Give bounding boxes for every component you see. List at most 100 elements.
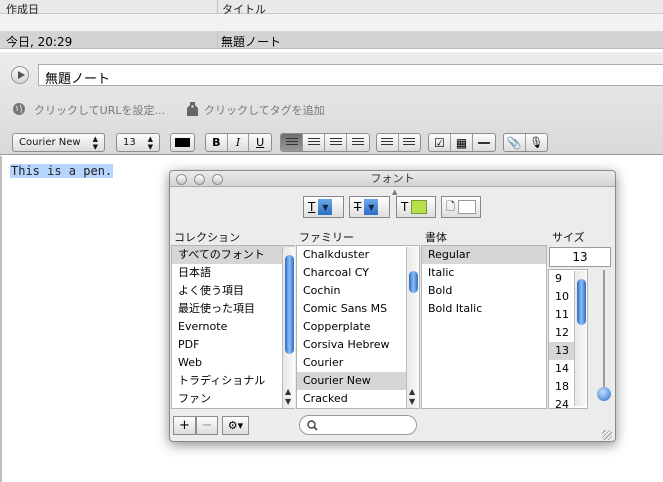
collection-list[interactable]: すべてのフォント 日本語 よく使う項目 最近使った項目 Evernote PDF Web トラ… xyxy=(171,245,295,409)
note-title: 無題ノート xyxy=(221,35,282,49)
note-created: 今日, 20:29 xyxy=(6,35,73,49)
family-scrollbar[interactable]: ▲ ▼ xyxy=(406,247,419,408)
document-color-well[interactable]: 🗋 xyxy=(441,196,481,218)
font-select-value: Courier New xyxy=(19,137,81,148)
scroll-down-icon[interactable]: ▼ xyxy=(285,397,291,406)
dropdown-arrow-icon: ▼ xyxy=(364,199,379,215)
list-item[interactable]: Cracked xyxy=(297,390,419,408)
attach-group: 📎 🎙 xyxy=(503,133,548,152)
typeface-list[interactable]: Regular Italic Bold Bold Italic xyxy=(421,245,547,409)
list-item[interactable]: Bold xyxy=(422,282,546,300)
bold-button[interactable]: B xyxy=(206,134,228,151)
dropdown-arrow-icon: ▼ xyxy=(318,199,333,215)
play-icon[interactable] xyxy=(11,66,29,84)
search-icon xyxy=(307,420,318,431)
align-right-icon xyxy=(329,138,342,147)
action-menu-button[interactable]: ⚙▾ xyxy=(222,416,249,435)
fonts-panel-title[interactable]: フォント xyxy=(170,171,615,187)
insert-group: ☑ ▦ xyxy=(428,133,496,152)
scroll-thumb[interactable] xyxy=(285,255,294,354)
list-item[interactable]: PDF xyxy=(172,336,294,354)
updown-icon: ▲ ▼ xyxy=(147,134,153,151)
minimize-icon[interactable] xyxy=(194,174,205,185)
font-select[interactable]: Courier New ▲ ▼ xyxy=(12,133,105,152)
align-justify-button[interactable] xyxy=(347,134,369,151)
close-icon[interactable] xyxy=(176,174,187,185)
size-select[interactable]: 13 ▲ ▼ xyxy=(116,133,160,152)
note-row[interactable]: 今日, 20:29 無題ノート xyxy=(0,31,663,49)
italic-button[interactable]: I xyxy=(228,134,250,151)
list-item[interactable]: 最近使った項目 xyxy=(172,300,294,318)
list-item[interactable]: トラディショナル xyxy=(172,372,294,390)
zoom-icon[interactable] xyxy=(212,174,223,185)
list-item[interactable]: Italic xyxy=(422,264,546,282)
list-item[interactable]: Courier xyxy=(297,354,419,372)
url-field[interactable]: クリックしてURLを設定... xyxy=(34,102,165,118)
scroll-down-icon[interactable]: ▼ xyxy=(409,397,415,406)
list-item[interactable]: Courier New xyxy=(297,372,419,390)
size-slider-track xyxy=(603,270,605,398)
collection-scrollbar[interactable]: ▲ ▼ xyxy=(282,247,295,408)
handle-icon[interactable]: ▲ xyxy=(392,188,397,196)
size-input[interactable]: 13 xyxy=(549,247,611,267)
list-item[interactable]: Evernote xyxy=(172,318,294,336)
strike-style-button[interactable]: T ▼ xyxy=(349,196,390,218)
remove-collection-button[interactable]: − xyxy=(196,416,218,435)
text-underline-icon: T xyxy=(308,200,316,214)
typeface-header: 書体 xyxy=(425,231,447,244)
microphone-icon: 🎙 xyxy=(529,136,544,149)
font-search-field[interactable] xyxy=(299,415,417,435)
document-icon: 🗋 xyxy=(446,199,455,213)
text-color-well[interactable]: T xyxy=(396,196,436,218)
underline-button[interactable]: U xyxy=(249,134,271,151)
text-color-button[interactable] xyxy=(170,133,195,152)
attach-button[interactable]: 📎 xyxy=(504,134,526,151)
note-title-field[interactable]: 無題ノート xyxy=(38,64,663,87)
list-item[interactable]: 日本語 xyxy=(172,264,294,282)
list-header: 作成日 タイトル xyxy=(0,0,663,16)
list-item[interactable]: Corsiva Hebrew xyxy=(297,336,419,354)
list-item[interactable]: Chalkduster xyxy=(297,246,419,264)
list-item[interactable]: Cochin xyxy=(297,282,419,300)
align-justify-icon xyxy=(352,138,364,147)
bullet-list-button[interactable] xyxy=(377,134,399,151)
globe-icon xyxy=(12,102,26,120)
align-right-button[interactable] xyxy=(325,134,347,151)
table-icon: ▦ xyxy=(455,135,468,150)
divider-button[interactable] xyxy=(473,134,495,151)
size-scrollbar[interactable] xyxy=(574,271,587,406)
align-left-icon xyxy=(285,138,298,147)
resize-grip-icon[interactable] xyxy=(602,430,612,440)
record-button[interactable]: 🎙 xyxy=(526,134,547,151)
align-center-button[interactable] xyxy=(303,134,325,151)
family-list[interactable]: Chalkduster Charcoal CY Cochin Comic Sans M… xyxy=(296,245,420,409)
list-item[interactable]: Regular xyxy=(422,246,546,264)
add-collection-button[interactable]: + xyxy=(173,416,196,435)
numbered-list-button[interactable] xyxy=(399,134,420,151)
align-left-button[interactable] xyxy=(281,134,303,151)
list-item[interactable]: Bold Italic xyxy=(422,300,546,318)
list-item[interactable]: Web xyxy=(172,354,294,372)
list-item[interactable]: よく使う項目 xyxy=(172,282,294,300)
list-item[interactable]: Copperplate xyxy=(297,318,419,336)
scroll-thumb[interactable] xyxy=(577,279,586,325)
document-color-swatch xyxy=(457,200,476,214)
note-content[interactable]: This is a pen. xyxy=(10,164,114,178)
numbered-list-icon xyxy=(403,138,416,147)
tag-field[interactable]: クリックしてタグを追加 xyxy=(204,102,325,118)
scroll-thumb[interactable] xyxy=(409,271,418,293)
list-item[interactable]: ファン xyxy=(172,390,294,408)
align-group xyxy=(280,133,370,152)
size-slider-knob[interactable] xyxy=(597,387,611,401)
scroll-up-icon[interactable]: ▲ xyxy=(409,387,415,396)
scroll-up-icon[interactable]: ▲ xyxy=(285,387,291,396)
style-group: B I U xyxy=(205,133,272,152)
list-item[interactable]: Comic Sans MS xyxy=(297,300,419,318)
table-button[interactable]: ▦ xyxy=(451,134,473,151)
checkbox-button[interactable]: ☑ xyxy=(429,134,451,151)
underline-style-button[interactable]: T ▼ xyxy=(303,196,344,218)
list-item[interactable]: Charcoal CY xyxy=(297,264,419,282)
list-item[interactable]: すべてのフォント xyxy=(172,246,294,264)
text-color-swatch xyxy=(411,200,428,214)
list-spacer xyxy=(0,14,663,31)
